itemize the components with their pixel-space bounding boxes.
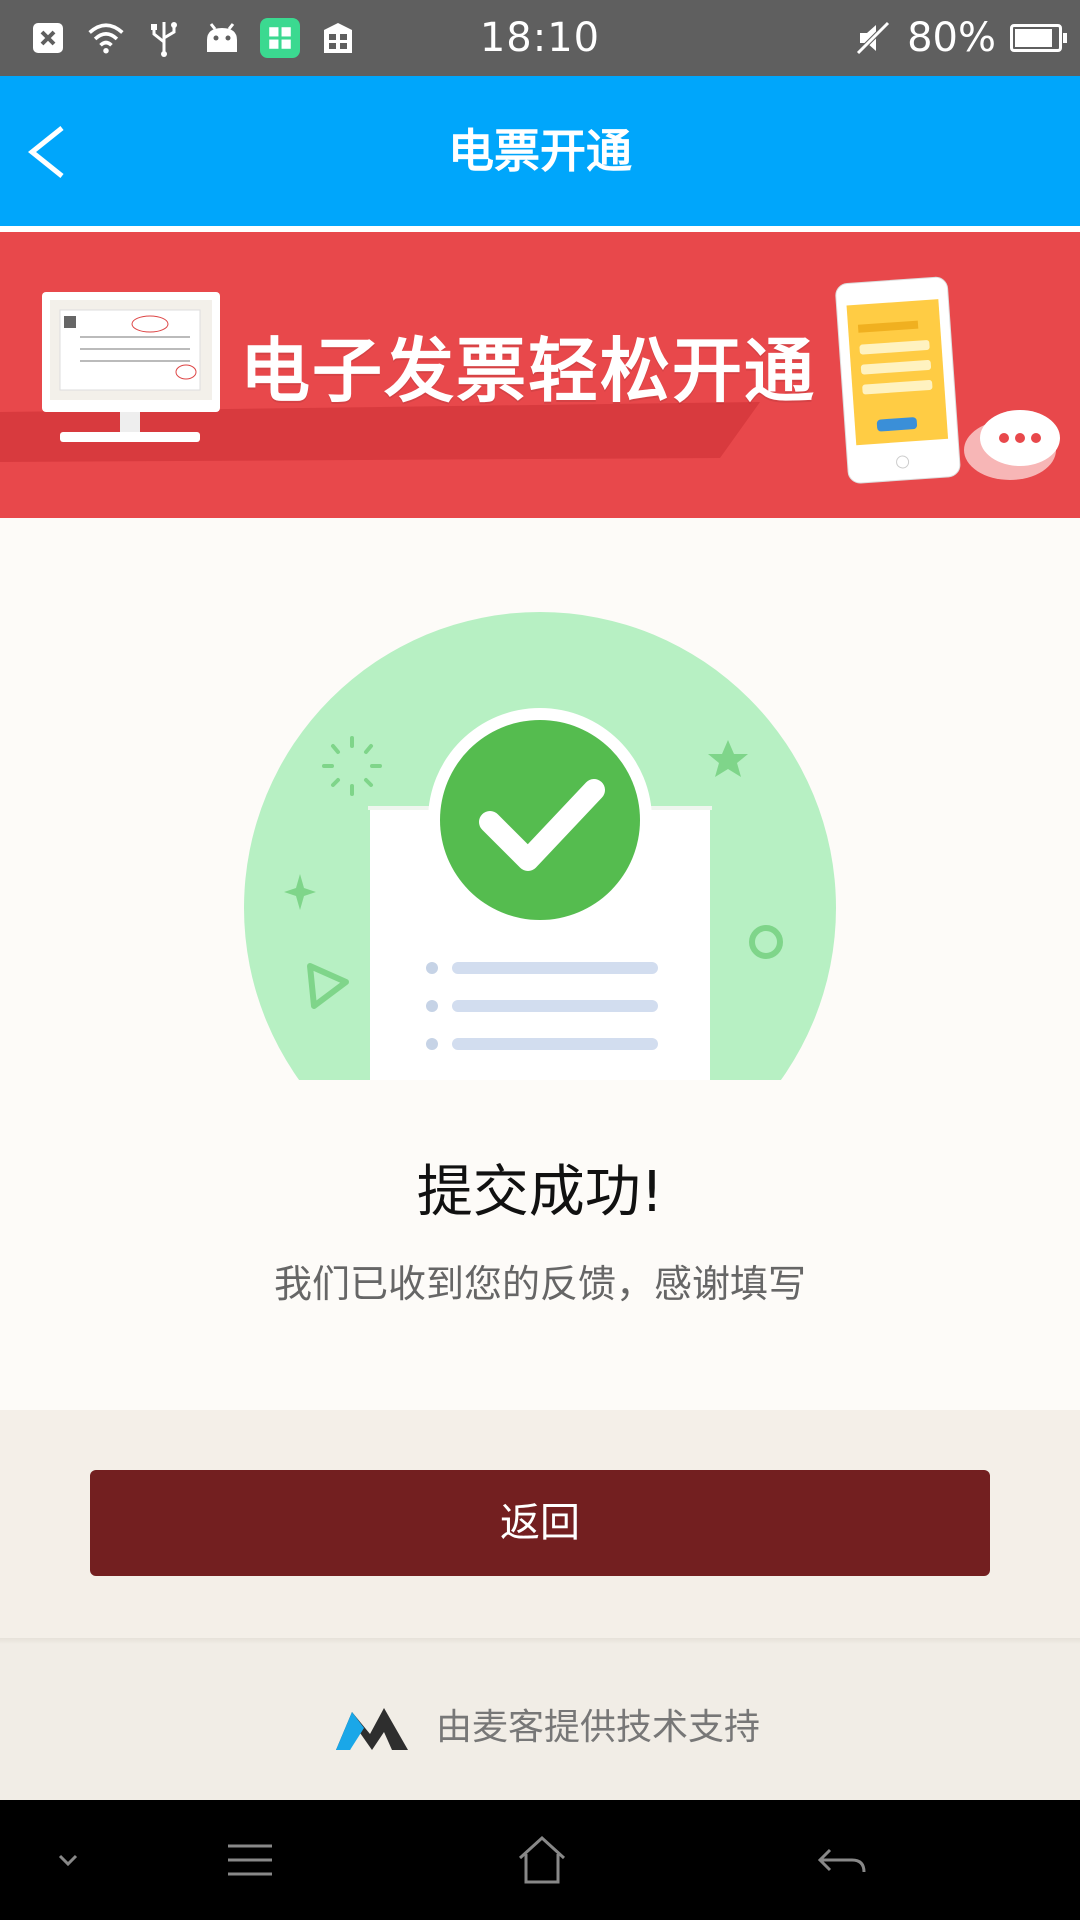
success-illustration — [244, 612, 836, 1080]
status-icons-right: 80% — [853, 14, 1067, 62]
battery-percent: 80% — [907, 15, 996, 61]
nav-collapse-button[interactable] — [38, 1830, 98, 1890]
success-message: 我们已收到您的反馈，感谢填写 — [273, 1262, 806, 1306]
success-title: 提交成功! — [416, 1160, 664, 1225]
footer-divider — [0, 1638, 1080, 1644]
battery-icon — [1010, 24, 1067, 52]
title-bar: 电票开通 — [0, 76, 1080, 226]
nav-back-button[interactable] — [812, 1830, 872, 1890]
home-icon — [518, 1835, 566, 1884]
success-panel: 提交成功! 我们已收到您的反馈，感谢填写 — [0, 518, 1080, 1410]
mute-icon — [853, 18, 893, 58]
menu-icon — [228, 1844, 272, 1876]
maike-logo-icon — [336, 1708, 408, 1750]
return-button[interactable]: 返回 — [90, 1470, 990, 1576]
nav-menu-button[interactable] — [220, 1830, 280, 1890]
nav-home-button[interactable] — [512, 1830, 572, 1890]
status-bar: 18:10 80% — [0, 0, 1080, 76]
provider-credit: 由麦客提供技术支持 — [436, 1707, 761, 1748]
banner-headline: 电子发票轻松开通 — [240, 330, 816, 412]
back-arrow-icon — [817, 1848, 866, 1873]
action-area: 返回 — [0, 1410, 1080, 1638]
system-nav-bar — [0, 1800, 1080, 1920]
promo-banner: 电子发票轻松开通 — [0, 232, 1080, 518]
chevron-down-icon — [58, 1854, 78, 1867]
footer: 由麦客提供技术支持 — [0, 1638, 1080, 1800]
page-title: 电票开通 — [448, 124, 632, 178]
